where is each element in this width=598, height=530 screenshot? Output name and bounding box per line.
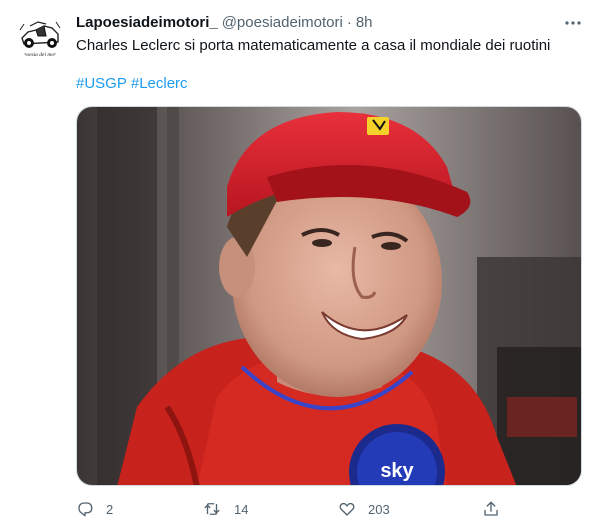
photo-man-red-cap: sky [77, 107, 581, 485]
like-button[interactable]: 203 [338, 498, 390, 520]
retweet-icon [204, 503, 220, 515]
retweet-count: 14 [234, 501, 249, 517]
tweet-media-image[interactable]: sky [76, 106, 582, 486]
reply-icon [78, 502, 93, 517]
hashtag-list: #USGP #Leclerc [76, 74, 192, 94]
like-count: 203 [368, 501, 390, 517]
sky-watermark: sky [380, 460, 414, 482]
hashtag-link[interactable]: #Leclerc [131, 75, 188, 92]
avatar-caption: la poesia dei motori [18, 52, 63, 58]
author-display-name[interactable]: Lapoesiadeimotori_ [76, 14, 218, 31]
more-options-icon [565, 21, 581, 25]
header-separator: · [346, 13, 352, 31]
share-button[interactable] [482, 498, 500, 520]
tweet-card[interactable]: la poesia dei motori Lapoesiadeimotori_ … [0, 0, 598, 530]
reply-count: 2 [106, 501, 114, 517]
heart-icon [339, 502, 355, 516]
race-car-drawing-icon: la poesia dei motori [16, 12, 64, 60]
share-icon [484, 501, 498, 516]
author-avatar[interactable]: la poesia dei motori [16, 12, 64, 60]
tweet-header: Lapoesiadeimotori_ @poesiadeimotori · 8h [76, 12, 582, 32]
tweet-actions: 2 14 203 [76, 498, 506, 520]
author-handle[interactable]: @poesiadeimotori [222, 14, 343, 31]
hashtag-link[interactable]: #USGP [76, 75, 127, 92]
tweet-timestamp[interactable]: 8h [356, 14, 373, 31]
more-options-button[interactable] [560, 10, 586, 36]
reply-button[interactable]: 2 [76, 498, 113, 520]
retweet-button[interactable]: 14 [202, 498, 248, 520]
tweet-text: Charles Leclerc si porta matematicamente… [76, 37, 551, 54]
